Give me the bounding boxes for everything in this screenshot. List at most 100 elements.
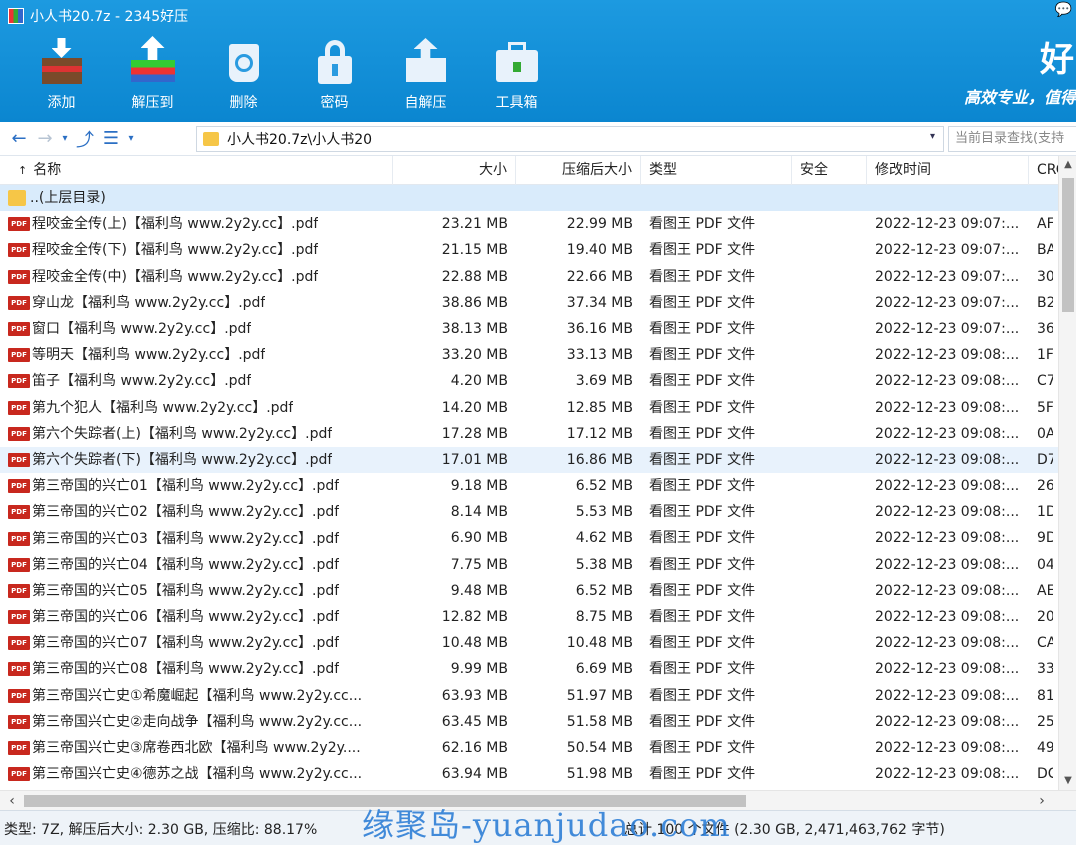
table-row[interactable]: PDF 第三帝国兴亡史③席卷西北欧【福利鸟 www.2y2y.... 62.16 M… [0, 735, 1076, 761]
file-compressed-size: 22.99 MB [566, 216, 633, 233]
file-modified-time: 2022-12-23 09:08:... [875, 478, 1020, 495]
file-modified-time: 2022-12-23 09:08:... [875, 766, 1020, 783]
file-security [792, 735, 867, 761]
file-crc: CA [1037, 635, 1053, 652]
forward-arrow-icon[interactable]: → [32, 126, 58, 152]
table-row[interactable]: PDF 程咬金全传(中)【福利鸟 www.2y2y.cc】.pdf 22.88 MB… [0, 264, 1076, 290]
table-row[interactable]: PDF 笛子【福利鸟 www.2y2y.cc】.pdf 4.20 MB 3.69 MB… [0, 368, 1076, 394]
chat-icon[interactable]: 💬 [1055, 2, 1072, 18]
table-row[interactable]: PDF 第三帝国兴亡史②走向战争【福利鸟 www.2y2y.cc... 63.45 … [0, 709, 1076, 735]
table-row[interactable]: PDF 第三帝国的兴亡01【福利鸟 www.2y2y.cc】.pdf 9.18 MB… [0, 473, 1076, 499]
file-name: PDF 第六个失踪者(上)【福利鸟 www.2y2y.cc】.pdf [0, 421, 393, 447]
scroll-down-icon[interactable]: ▼ [1059, 772, 1076, 790]
view-dropdown-icon[interactable]: ▾ [124, 133, 138, 144]
file-name-text: 第三帝国的兴亡04【福利鸟 www.2y2y.cc】.pdf [32, 556, 340, 573]
file-size: 21.15 MB [441, 242, 508, 259]
table-row[interactable]: PDF 第九个犯人【福利鸟 www.2y2y.cc】.pdf 14.20 MB 12.… [0, 395, 1076, 421]
file-security [792, 316, 867, 342]
file-compressed-size: 33.13 MB [566, 347, 633, 364]
search-input[interactable]: 当前目录查找(支持 [948, 126, 1076, 152]
view-mode-icon[interactable]: ☰ [98, 126, 124, 152]
file-type: 看图王 PDF 文件 [649, 582, 756, 599]
table-row[interactable]: PDF 第三帝国的兴亡08【福利鸟 www.2y2y.cc】.pdf 9.99 MB… [0, 656, 1076, 682]
file-size: 10.48 MB [441, 635, 508, 652]
table-row[interactable]: PDF 第三帝国兴亡史④德苏之战【福利鸟 www.2y2y.cc... 63.94 … [0, 761, 1076, 787]
table-row[interactable]: PDF 窗口【福利鸟 www.2y2y.cc】.pdf 38.13 MB 36.16 … [0, 316, 1076, 342]
path-input[interactable]: 小人书20.7z\小人书20 ▾ [196, 126, 944, 152]
table-row[interactable]: PDF 第三帝国的兴亡04【福利鸟 www.2y2y.cc】.pdf 7.75 MB… [0, 552, 1076, 578]
add-button[interactable]: 添加 [16, 34, 107, 114]
file-name-text: 第三帝国的兴亡01【福利鸟 www.2y2y.cc】.pdf [32, 478, 340, 495]
file-name: PDF 第三帝国的兴亡03【福利鸟 www.2y2y.cc】.pdf [0, 525, 393, 551]
toolbox-button[interactable]: 工具箱 [471, 34, 562, 114]
file-type: 看图王 PDF 文件 [649, 661, 756, 678]
table-row[interactable]: PDF 穿山龙【福利鸟 www.2y2y.cc】.pdf 38.86 MB 37.34… [0, 290, 1076, 316]
extract-button[interactable]: 解压到 [107, 34, 198, 114]
table-row[interactable]: PDF 第三帝国的兴亡02【福利鸟 www.2y2y.cc】.pdf 8.14 MB… [0, 499, 1076, 525]
file-type: 看图王 PDF 文件 [649, 478, 756, 495]
col-type[interactable]: 类型 [641, 156, 792, 185]
file-name-text: 第三帝国兴亡史②走向战争【福利鸟 www.2y2y.cc... [32, 713, 363, 730]
delete-button[interactable]: 删除 [198, 34, 289, 114]
file-name-text: 窗口【福利鸟 www.2y2y.cc】.pdf [32, 321, 252, 338]
table-row[interactable]: PDF 第六个失踪者(上)【福利鸟 www.2y2y.cc】.pdf 17.28 M… [0, 421, 1076, 447]
table-row[interactable]: PDF 第三帝国的兴亡03【福利鸟 www.2y2y.cc】.pdf 6.90 MB… [0, 525, 1076, 551]
col-compressed-size[interactable]: 压缩后大小 [516, 156, 641, 185]
pdf-file-icon: PDF [8, 295, 30, 310]
file-security [792, 264, 867, 290]
file-size: 63.45 MB [441, 713, 508, 730]
col-name[interactable]: ↑ 名称 [0, 156, 393, 185]
parent-directory-row[interactable]: ..(上层目录) [0, 185, 1076, 212]
table-row[interactable]: PDF 程咬金全传(下)【福利鸟 www.2y2y.cc】.pdf 21.15 MB… [0, 237, 1076, 263]
back-arrow-icon[interactable]: ← [6, 126, 32, 152]
file-security [792, 525, 867, 551]
col-crc[interactable]: CRC [1029, 156, 1059, 185]
scroll-left-icon[interactable]: ‹ [2, 791, 22, 811]
file-crc: 49 [1037, 739, 1053, 756]
file-type: 看图王 PDF 文件 [649, 687, 756, 704]
table-body: ..(上层目录) PDF 程咬金全传(上)【福利鸟 www.2y2y.cc】.pd… [0, 185, 1076, 787]
file-size: 33.20 MB [441, 347, 508, 364]
table-row[interactable]: PDF 第三帝国的兴亡06【福利鸟 www.2y2y.cc】.pdf 12.82 M… [0, 604, 1076, 630]
password-lock-icon [310, 36, 360, 86]
extract-icon [128, 36, 178, 86]
scroll-up-icon[interactable]: ▲ [1059, 156, 1076, 174]
table-row[interactable]: PDF 第三帝国的兴亡05【福利鸟 www.2y2y.cc】.pdf 9.48 MB… [0, 578, 1076, 604]
file-name: PDF 第三帝国的兴亡02【福利鸟 www.2y2y.cc】.pdf [0, 499, 393, 525]
file-modified-time: 2022-12-23 09:08:... [875, 504, 1020, 521]
file-modified-time: 2022-12-23 09:08:... [875, 582, 1020, 599]
pdf-file-icon: PDF [8, 557, 30, 572]
table-row[interactable]: PDF 等明天【福利鸟 www.2y2y.cc】.pdf 33.20 MB 33.13… [0, 342, 1076, 368]
path-text: 小人书20.7z\小人书20 [227, 132, 373, 148]
file-crc: 0A [1037, 425, 1053, 442]
self-extract-button[interactable]: 自解压 [380, 34, 471, 114]
col-security[interactable]: 安全 [792, 156, 867, 185]
pdf-file-icon: PDF [8, 426, 30, 441]
file-type: 看图王 PDF 文件 [649, 766, 756, 783]
file-security [792, 656, 867, 682]
file-size: 23.21 MB [441, 216, 508, 233]
history-dropdown-icon[interactable]: ▾ [58, 133, 72, 144]
pdf-file-icon: PDF [8, 714, 30, 729]
sort-indicator-icon: ↑ [18, 164, 28, 177]
table-row[interactable]: PDF 第三帝国的兴亡07【福利鸟 www.2y2y.cc】.pdf 10.48 M… [0, 630, 1076, 656]
file-name-text: 第三帝国兴亡史①希魔崛起【福利鸟 www.2y2y.cc... [32, 687, 363, 704]
vertical-scrollbar[interactable]: ▲ ▼ [1058, 156, 1076, 790]
table-row[interactable]: PDF 程咬金全传(上)【福利鸟 www.2y2y.cc】.pdf 23.21 MB… [0, 211, 1076, 237]
main-toolbar: 添加 解压到 删除 密码 自解压 工具箱 [16, 34, 562, 114]
table-row[interactable]: PDF 第六个失踪者(下)【福利鸟 www.2y2y.cc】.pdf 17.01 M… [0, 446, 1076, 474]
table-row[interactable]: PDF 第三帝国兴亡史①希魔崛起【福利鸟 www.2y2y.cc... 63.93 … [0, 683, 1076, 709]
password-button[interactable]: 密码 [289, 34, 380, 114]
col-size[interactable]: 大小 [393, 156, 516, 185]
col-modified-time[interactable]: 修改时间 [867, 156, 1029, 185]
up-folder-icon[interactable]: ⤴ [72, 126, 98, 152]
file-security [792, 578, 867, 604]
pdf-file-icon: PDF [8, 505, 30, 520]
brand-logo-text: 好 [1040, 40, 1074, 80]
file-compressed-size: 8.75 MB [575, 609, 633, 625]
file-crc: DC [1037, 766, 1053, 783]
file-name: PDF 第九个犯人【福利鸟 www.2y2y.cc】.pdf [0, 395, 393, 421]
vertical-scroll-thumb[interactable] [1062, 178, 1074, 312]
scroll-right-icon[interactable]: › [1032, 791, 1052, 811]
path-dropdown-icon[interactable]: ▾ [930, 131, 935, 142]
